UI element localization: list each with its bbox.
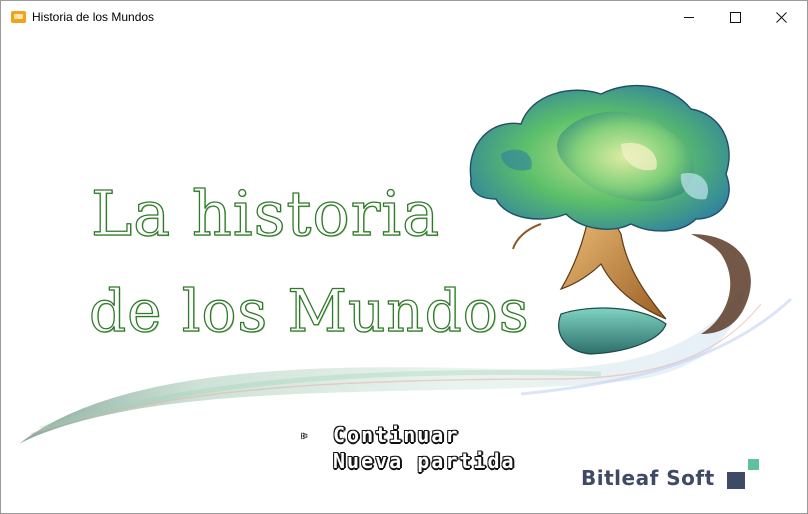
- menu-item-label: Continuar: [333, 423, 460, 447]
- close-icon: [775, 12, 787, 23]
- minimize-icon: [683, 17, 694, 18]
- app-icon: [11, 11, 26, 23]
- minimize-button[interactable]: [666, 1, 712, 34]
- menu-item-nueva-partida[interactable]: Nueva partida: [301, 448, 516, 474]
- game-logo-line-2: de los Mundos: [88, 276, 530, 345]
- menu-item-label: Nueva partida: [333, 449, 516, 473]
- studio-logo-icon: [727, 459, 763, 491]
- maximize-button[interactable]: [712, 1, 758, 34]
- maximize-icon: [729, 12, 741, 23]
- game-canvas[interactable]: La historia de los Mundos ▹ Continuar Nu…: [1, 34, 807, 513]
- title-menu: ▹ Continuar Nueva partida: [301, 422, 516, 474]
- game-window: Historia de los Mundos La historia de lo…: [0, 0, 808, 514]
- close-button[interactable]: [758, 1, 804, 34]
- game-logo-line-1: La historia: [90, 176, 441, 250]
- title-bar[interactable]: Historia de los Mundos: [1, 1, 807, 34]
- studio-name: Bitleaf Soft: [581, 466, 715, 490]
- selection-cursor-icon: ▹: [301, 428, 311, 442]
- window-title: Historia de los Mundos: [32, 10, 155, 24]
- menu-item-continuar[interactable]: ▹ Continuar: [301, 422, 516, 448]
